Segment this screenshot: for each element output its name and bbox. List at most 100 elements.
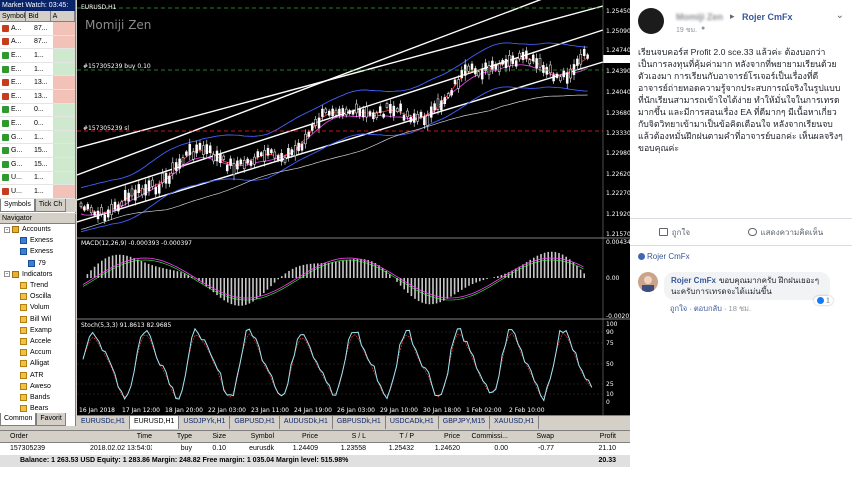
commenter-name[interactable]: Rojer CmFx bbox=[671, 276, 716, 285]
page-name-link[interactable]: Rojer CmFx bbox=[742, 12, 793, 22]
macd-bar bbox=[579, 269, 582, 278]
time-tick-label: 23 Jan 11:00 bbox=[251, 407, 289, 414]
market-watch-row[interactable]: A... 87... bbox=[0, 22, 75, 36]
stoploss-line-label: #157305239 sl bbox=[83, 125, 129, 132]
market-watch-row[interactable]: E... 0... bbox=[0, 103, 75, 118]
macd-bar bbox=[122, 255, 125, 278]
col-order[interactable]: Order bbox=[0, 431, 90, 442]
market-watch-row[interactable]: G... 15... bbox=[0, 157, 75, 172]
comment-reactions[interactable]: 1 bbox=[814, 296, 833, 306]
macd-bar bbox=[338, 261, 341, 278]
comment-like-link[interactable]: ถูกใจ bbox=[670, 304, 687, 313]
navigator-item[interactable]: Trend bbox=[0, 280, 75, 291]
chart-tab[interactable]: AUDUSDk,H1 bbox=[280, 416, 333, 429]
commenter-avatar[interactable] bbox=[638, 272, 658, 292]
post-time[interactable]: 19 ชม. bbox=[676, 25, 697, 36]
candle-body bbox=[531, 54, 535, 62]
price-chart[interactable]: 1.254501.250901.247401.246201.243901.240… bbox=[77, 0, 630, 415]
column-bid[interactable]: Bid bbox=[26, 11, 51, 21]
chart-tab[interactable]: GBPJPY,M15 bbox=[439, 416, 491, 429]
navigator-item-label: Bill Wil bbox=[30, 315, 51, 323]
navigator-item[interactable]: - Accounts bbox=[0, 224, 75, 235]
col-time[interactable]: Time bbox=[90, 431, 152, 442]
tab-tick-chart[interactable]: Tick Ch bbox=[34, 199, 67, 212]
chart-tab[interactable]: EURUSD,H1 bbox=[129, 416, 180, 429]
col-size[interactable]: Size bbox=[192, 431, 226, 442]
col-commission[interactable]: Commissi... bbox=[460, 431, 508, 442]
col-type[interactable]: Type bbox=[152, 431, 192, 442]
tab-symbols[interactable]: Symbols bbox=[0, 199, 35, 212]
chart-title: EURUSD,H1 bbox=[81, 4, 117, 11]
tab-common[interactable]: Common bbox=[0, 413, 37, 426]
chart-tab[interactable]: EURUSDc,H1 bbox=[77, 416, 130, 429]
expand-toggle-icon[interactable]: - bbox=[4, 226, 10, 233]
comment-button[interactable]: แสดงความคิดเห็น bbox=[719, 226, 852, 239]
candle-body bbox=[86, 204, 90, 210]
col-symbol[interactable]: Symbol bbox=[226, 431, 274, 442]
market-watch-row[interactable]: E... 0... bbox=[0, 117, 75, 131]
column-symbol[interactable]: Symbol bbox=[0, 11, 27, 21]
candle-body bbox=[273, 151, 277, 159]
tab-favorites[interactable]: Favorit bbox=[36, 413, 66, 426]
chart-tab[interactable]: GBPUSDk,H1 bbox=[333, 416, 386, 429]
col-swap[interactable]: Swap bbox=[508, 431, 554, 442]
navigator-item[interactable]: Exness bbox=[0, 235, 75, 246]
market-watch-row[interactable]: E... 1... bbox=[0, 62, 75, 77]
market-watch-row[interactable]: E... 1... bbox=[0, 49, 75, 63]
navigator-item[interactable]: Oscilla bbox=[0, 291, 75, 302]
col-price[interactable]: Price bbox=[274, 431, 318, 442]
market-watch-row[interactable]: U... 1... bbox=[0, 171, 75, 186]
symbol-name: E... bbox=[11, 92, 22, 100]
candle-body bbox=[375, 112, 379, 118]
comment-as-page[interactable]: Rojer CmFx bbox=[638, 252, 690, 261]
column-ask[interactable]: A bbox=[51, 11, 75, 21]
market-watch-row[interactable]: A... 87... bbox=[0, 35, 75, 50]
col-tp[interactable]: T / P bbox=[366, 431, 414, 442]
navigator-item[interactable]: Alligat bbox=[0, 358, 75, 369]
candle-body bbox=[297, 142, 300, 152]
candle-body bbox=[559, 76, 562, 82]
col-profit[interactable]: Profit bbox=[554, 431, 630, 442]
chart-canvas[interactable]: 1.254501.250901.247401.246201.243901.240… bbox=[77, 0, 630, 415]
navigator-item[interactable]: Examp bbox=[0, 325, 75, 336]
col-current-price[interactable]: Price bbox=[414, 431, 460, 442]
author-avatar[interactable] bbox=[638, 8, 664, 34]
navigator-item[interactable]: Accum bbox=[0, 347, 75, 358]
macd-bar bbox=[432, 278, 434, 305]
chart-tab[interactable]: USDCADk,H1 bbox=[386, 416, 439, 429]
market-watch-row[interactable]: E... 13... bbox=[0, 89, 75, 104]
candle-body bbox=[402, 114, 406, 121]
chart-tab[interactable]: USDJPYk,H1 bbox=[179, 416, 231, 429]
macd-main-line bbox=[82, 259, 584, 301]
navigator-item-label: Bears bbox=[30, 405, 49, 413]
comment-reply-link[interactable]: ตอบกลับ bbox=[694, 304, 722, 313]
page-icon bbox=[638, 253, 645, 261]
market-watch-row[interactable]: E... 13... bbox=[0, 76, 75, 90]
chart-tab[interactable]: XAUUSD,H1 bbox=[490, 416, 540, 429]
more-options-icon[interactable]: ⌄ bbox=[836, 10, 844, 21]
navigator-item[interactable]: Exness bbox=[0, 246, 75, 257]
candle-body bbox=[528, 59, 532, 65]
market-watch-row[interactable]: G... 15... bbox=[0, 144, 75, 158]
order-row[interactable]: 157305239 2018.02.02 13:54:03 buy 0.10 e… bbox=[0, 443, 630, 455]
navigator-item[interactable]: ATR bbox=[0, 369, 75, 380]
candle-body bbox=[409, 116, 413, 123]
like-button[interactable]: ถูกใจ bbox=[630, 226, 719, 239]
navigator-item[interactable]: Bands bbox=[0, 392, 75, 403]
navigator-item[interactable]: Bill Wil bbox=[0, 314, 75, 325]
navigator-item[interactable]: 79 bbox=[0, 258, 75, 269]
market-watch-row[interactable]: G... 1... bbox=[0, 130, 75, 145]
folder-icon bbox=[12, 270, 19, 278]
expand-toggle-icon[interactable]: - bbox=[4, 271, 10, 278]
navigator-item[interactable]: Aweso bbox=[0, 381, 75, 392]
col-sl[interactable]: S / L bbox=[318, 431, 366, 442]
author-name[interactable]: Momiji Zen bbox=[676, 12, 723, 22]
time-tick-label: 18 Jan 20:00 bbox=[165, 407, 203, 414]
navigator-item[interactable]: Volum bbox=[0, 302, 75, 313]
chart-tab[interactable]: GBPUSD,H1 bbox=[230, 416, 280, 429]
navigator-item[interactable]: - Indicators bbox=[0, 269, 75, 280]
market-watch-row[interactable]: U... 1... bbox=[0, 185, 75, 199]
comment-time[interactable]: 18 ชม. bbox=[729, 304, 752, 313]
navigator-item[interactable]: Accele bbox=[0, 336, 75, 347]
